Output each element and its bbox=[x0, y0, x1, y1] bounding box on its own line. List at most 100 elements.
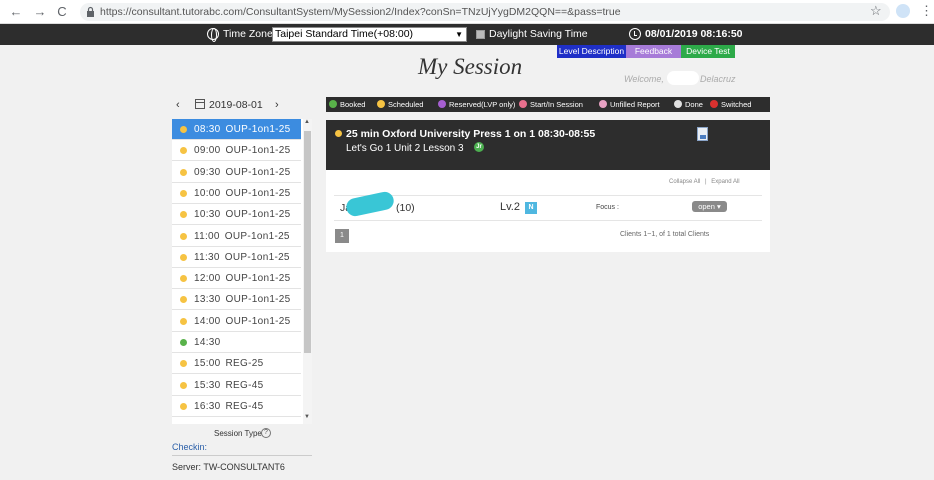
session-type-name: REG-25 bbox=[225, 358, 264, 370]
legend-label: Switched bbox=[721, 100, 752, 109]
daylight-saving-checkbox[interactable] bbox=[476, 30, 485, 39]
current-datetime: 08/01/2019 08:16:50 bbox=[645, 28, 743, 40]
session-time: 13:30 bbox=[194, 294, 221, 306]
session-label: 09:30 OUP-1on1-25 bbox=[194, 167, 291, 178]
session-label: 11:00 OUP-1on1-25 bbox=[194, 231, 290, 242]
expand-all-link[interactable]: Expand All bbox=[711, 179, 739, 185]
scroll-down-icon[interactable]: ▼ bbox=[304, 414, 310, 420]
session-type-name: OUP-1on1-25 bbox=[224, 251, 290, 263]
session-row[interactable]: 10:30 OUP-1on1-25 bbox=[172, 204, 301, 226]
session-time: 09:00 bbox=[194, 145, 221, 157]
device-test-button[interactable]: Device Test bbox=[681, 45, 735, 58]
globe-icon bbox=[207, 28, 219, 42]
session-time: 11:30 bbox=[194, 251, 220, 263]
session-row[interactable]: 16:30 REG-45 bbox=[172, 396, 301, 417]
level-badge: N bbox=[525, 202, 537, 214]
status-dot bbox=[180, 126, 187, 133]
session-row[interactable]: 13:30 OUP-1on1-25 bbox=[172, 289, 301, 311]
session-type-label: Session Type bbox=[214, 429, 262, 438]
forward-icon[interactable]: → bbox=[32, 4, 48, 20]
session-row[interactable]: 14:30 bbox=[172, 332, 301, 353]
address-bar[interactable]: https://consultant.tutorabc.com/Consulta… bbox=[80, 3, 890, 21]
client-age: (10) bbox=[396, 202, 415, 214]
collapse-expand-links: Collapse All | Expand All bbox=[669, 179, 740, 185]
session-row[interactable]: 15:00 REG-25 bbox=[172, 353, 301, 375]
status-dot bbox=[180, 211, 187, 219]
legend-item: Unfilled Report bbox=[599, 100, 660, 109]
session-label: 13:30 OUP-1on1-25 bbox=[194, 294, 291, 305]
junior-badge: Jr bbox=[474, 142, 484, 152]
session-row[interactable]: 12:00 OUP-1on1-25 bbox=[172, 268, 301, 290]
legend-label: Start/In Session bbox=[530, 100, 583, 109]
collapse-all-link[interactable]: Collapse All bbox=[669, 179, 700, 185]
session-type-name: OUP-1on1-25 bbox=[225, 315, 291, 327]
reload-icon[interactable]: C bbox=[54, 4, 70, 20]
session-time: 15:00 bbox=[194, 358, 221, 370]
scroll-thumb[interactable] bbox=[304, 131, 311, 353]
previous-day-button[interactable]: ‹ bbox=[176, 99, 180, 111]
legend-item: Reserved(LVP only) bbox=[438, 100, 515, 109]
back-icon[interactable]: ← bbox=[8, 4, 24, 20]
session-row[interactable]: 11:30 OUP-1on1-25 bbox=[172, 247, 301, 268]
session-row[interactable]: 11:00 OUP-1on1-25 bbox=[172, 226, 301, 247]
url-text: https://consultant.tutorabc.com/Consulta… bbox=[100, 6, 621, 18]
legend-dot bbox=[438, 100, 446, 108]
session-list-scrollbar[interactable]: ▲ ▼ bbox=[303, 119, 312, 424]
session-row[interactable]: 14:00 OUP-1on1-25 bbox=[172, 311, 301, 332]
welcome-text: Welcome, bbox=[624, 74, 664, 84]
material-document-icon[interactable] bbox=[697, 127, 708, 141]
legend-item: Booked bbox=[329, 100, 365, 109]
dropdown-caret-icon: ▼ bbox=[455, 30, 463, 39]
session-time: 15:30 bbox=[194, 379, 221, 391]
legend-item: Start/In Session bbox=[519, 100, 583, 109]
session-type-name: OUP-1on1-25 bbox=[225, 145, 291, 157]
status-dot bbox=[180, 317, 187, 325]
session-header: 25 min Oxford University Press 1 on 1 08… bbox=[326, 120, 770, 170]
legend-item: Scheduled bbox=[377, 100, 423, 109]
session-label: 14:00 OUP-1on1-25 bbox=[194, 316, 291, 327]
session-row[interactable]: 09:00 OUP-1on1-25 bbox=[172, 140, 301, 162]
session-lesson: Let's Go 1 Unit 2 Lesson 3 bbox=[346, 143, 464, 154]
status-legend: Booked Scheduled Reserved(LVP only) Start/I… bbox=[326, 97, 770, 112]
session-label: 14:30 bbox=[194, 337, 226, 348]
session-row[interactable]: 08:30 OUP-1on1-25 bbox=[172, 119, 301, 140]
clients-count-info: Clients 1~1, of 1 total Clients bbox=[620, 231, 710, 238]
bookmark-star-icon[interactable]: ☆ bbox=[870, 3, 882, 19]
help-icon[interactable]: ? bbox=[261, 428, 271, 438]
session-type-name: OUP-1on1-25 bbox=[225, 124, 291, 135]
next-day-button[interactable]: › bbox=[275, 99, 279, 111]
server-info: Server: TW-CONSULTANT6 bbox=[172, 462, 285, 472]
status-dot bbox=[180, 189, 187, 197]
session-time: 14:00 bbox=[194, 315, 221, 327]
session-label: 16:30 REG-45 bbox=[194, 401, 263, 412]
daylight-saving-label: Daylight Saving Time bbox=[489, 28, 588, 40]
session-type-name: OUP-1on1-25 bbox=[224, 230, 290, 242]
session-label: 15:30 REG-45 bbox=[194, 380, 263, 391]
feedback-button[interactable]: Feedback bbox=[626, 45, 681, 58]
page-button[interactable]: 1 bbox=[335, 229, 349, 243]
calendar-icon[interactable] bbox=[195, 99, 205, 109]
session-type-name: OUP-1on1-25 bbox=[225, 273, 291, 285]
legend-dot bbox=[519, 100, 527, 108]
session-row[interactable]: 10:00 OUP-1on1-25 bbox=[172, 183, 301, 204]
selected-date[interactable]: 2019-08-01 bbox=[209, 99, 263, 111]
session-time: 14:30 bbox=[194, 337, 221, 348]
session-row[interactable]: 09:30 OUP-1on1-25 bbox=[172, 162, 301, 183]
session-list: 08:30 OUP-1on1-25 09:00 OUP-1on1-25 09:30 OUP… bbox=[172, 119, 303, 424]
checkin-link[interactable]: Checkin: bbox=[172, 442, 207, 452]
timezone-value: Taipei Standard Time(+08:00) bbox=[275, 28, 414, 40]
session-time: 11:00 bbox=[194, 230, 220, 242]
open-dropdown-button[interactable]: open ▾ bbox=[692, 201, 727, 212]
session-row[interactable]: 15:30 REG-45 bbox=[172, 375, 301, 396]
status-dot bbox=[180, 296, 187, 304]
profile-avatar[interactable] bbox=[896, 4, 910, 18]
page-title: My Session bbox=[418, 54, 523, 79]
focus-label: Focus : bbox=[596, 204, 619, 211]
browser-menu-icon[interactable]: ⋮ bbox=[920, 3, 933, 19]
level-description-button[interactable]: Level Description bbox=[557, 45, 626, 58]
session-type-name: OUP-1on1-25 bbox=[225, 187, 291, 199]
timezone-select[interactable]: Taipei Standard Time(+08:00) ▼ bbox=[272, 27, 467, 42]
scroll-up-icon[interactable]: ▲ bbox=[304, 119, 310, 125]
legend-label: Scheduled bbox=[388, 100, 424, 109]
session-title: 25 min Oxford University Press 1 on 1 08… bbox=[346, 128, 596, 140]
